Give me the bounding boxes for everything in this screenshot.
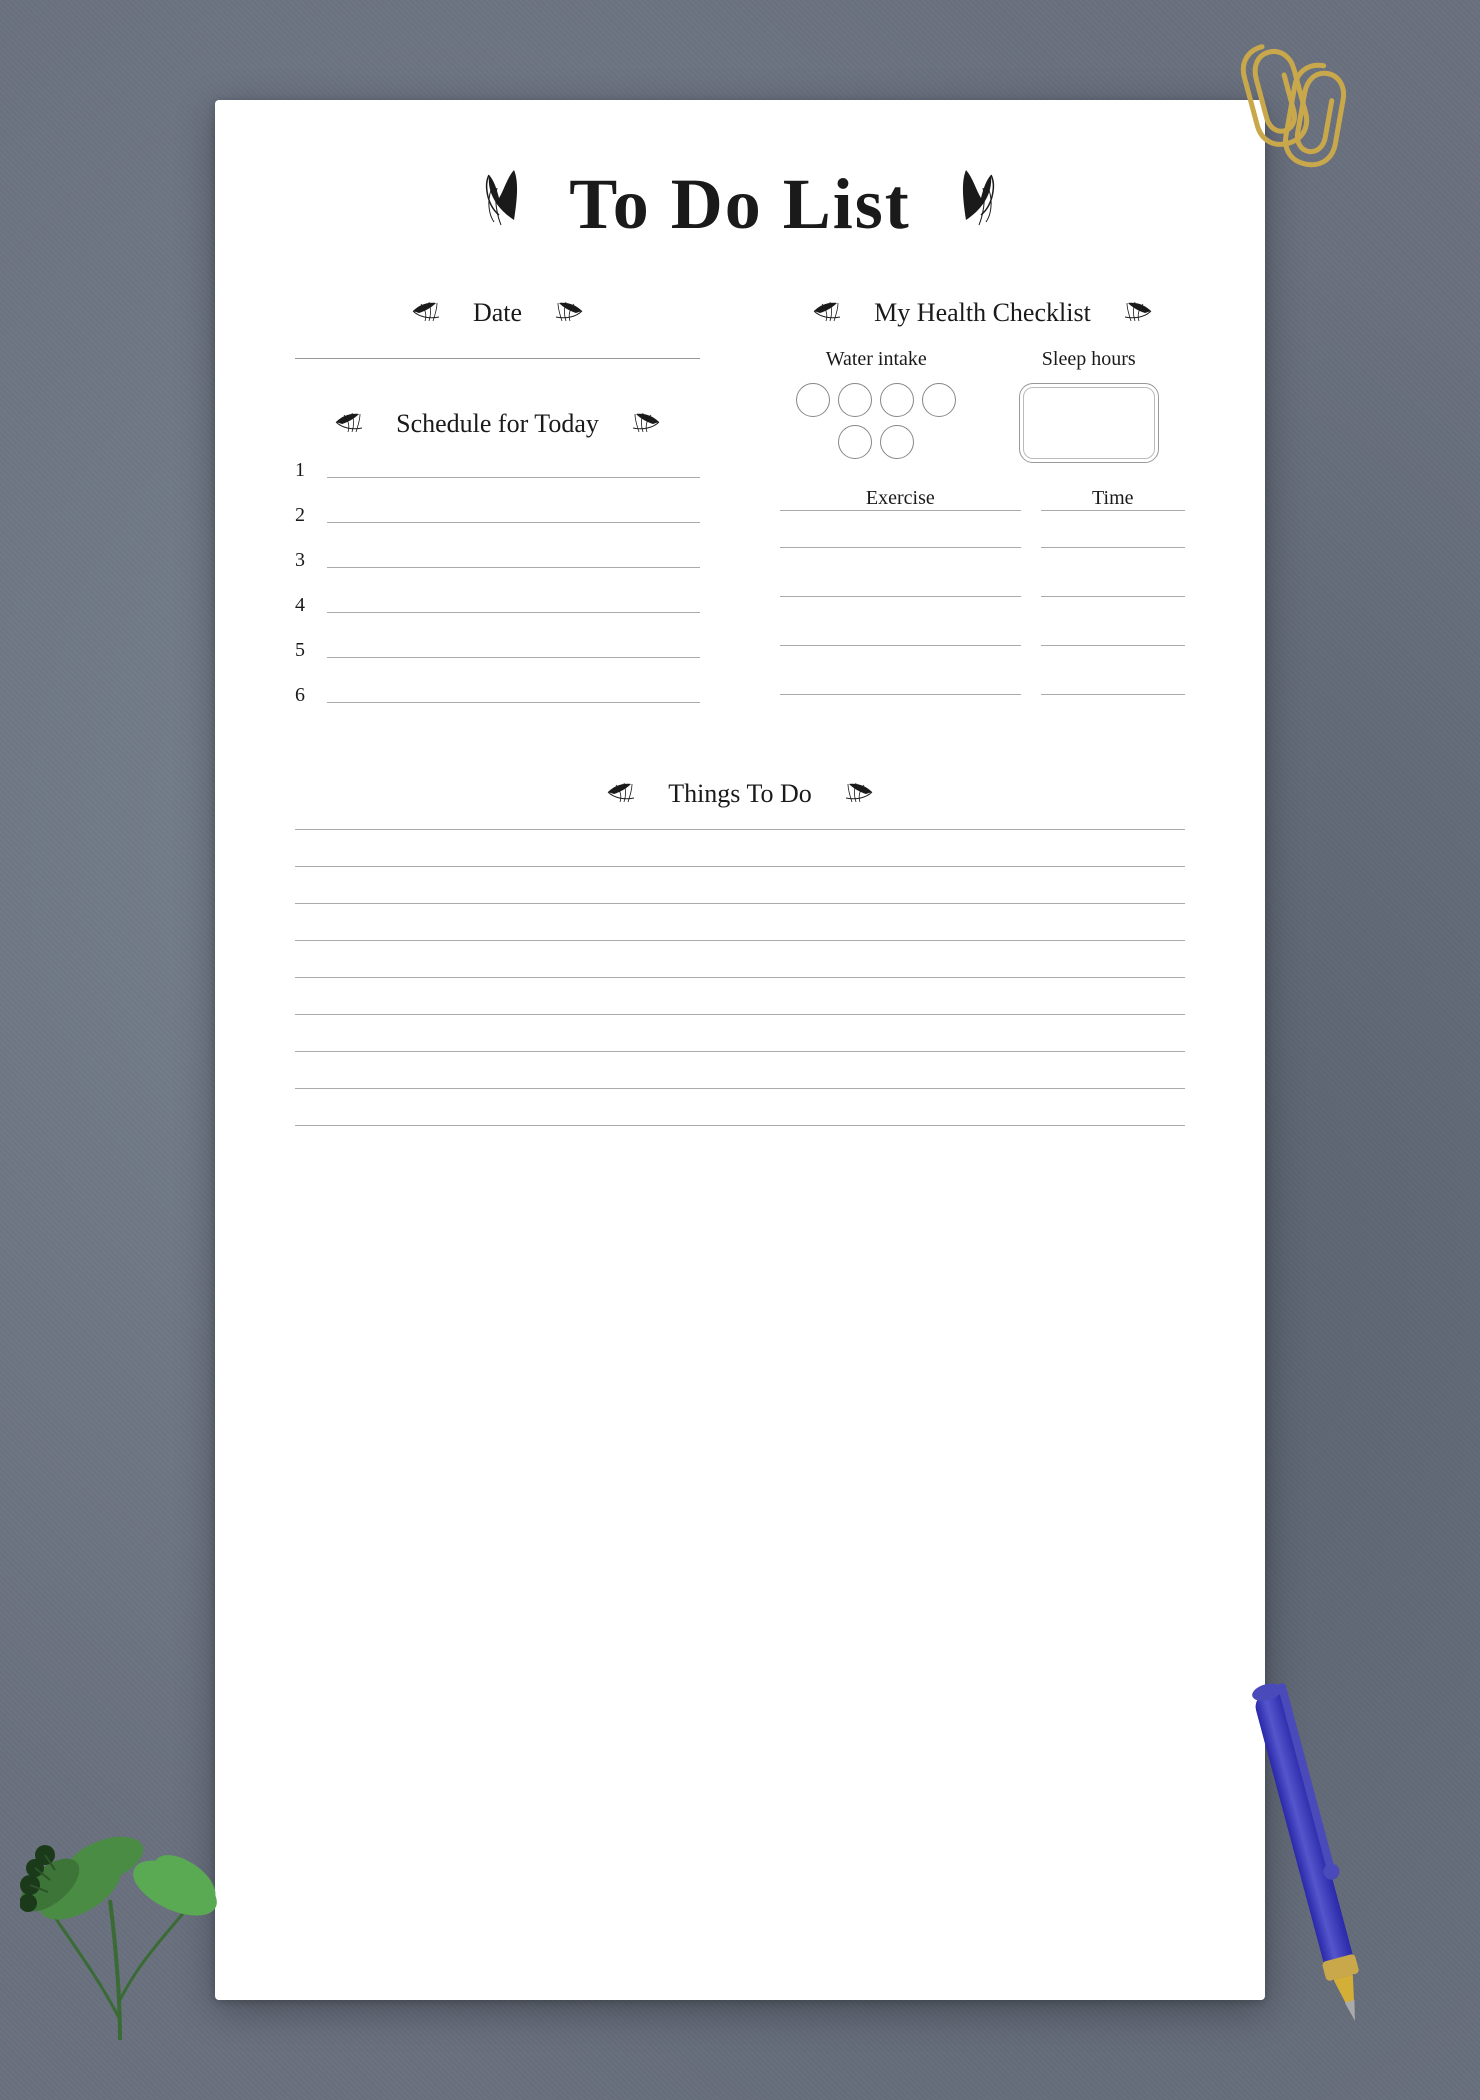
date-leaf-right	[534, 299, 584, 328]
date-leaf-left	[411, 299, 461, 328]
health-leaf-left	[812, 299, 862, 328]
exercise-rows	[780, 523, 1185, 695]
title-left-leaf	[479, 160, 549, 248]
things-line	[295, 1125, 1185, 1126]
things-line	[295, 1051, 1185, 1052]
water-circle	[880, 425, 914, 459]
schedule-line-6	[327, 702, 700, 703]
date-header: Date	[295, 298, 700, 328]
things-lines	[295, 829, 1185, 1126]
schedule-item: 2	[295, 504, 700, 527]
things-leaf-right	[824, 780, 874, 809]
health-leaf-right	[1103, 299, 1153, 328]
main-content: Date	[295, 298, 1185, 729]
water-circle	[922, 383, 956, 417]
exercise-entry-line	[780, 645, 1021, 646]
water-circle	[880, 383, 914, 417]
schedule-line-5	[327, 657, 700, 658]
schedule-label: Schedule for Today	[396, 409, 599, 439]
exercise-row	[780, 572, 1185, 597]
schedule-item: 3	[295, 549, 700, 572]
schedule-header: Schedule for Today	[295, 409, 700, 439]
schedule-number-6: 6	[295, 684, 315, 707]
things-leaf-left	[606, 780, 656, 809]
things-line	[295, 977, 1185, 978]
water-circles	[796, 383, 956, 459]
time-entry-line	[1041, 645, 1185, 646]
time-label: Time	[1041, 487, 1185, 510]
exercise-divider	[780, 510, 1021, 511]
things-line	[295, 940, 1185, 941]
exercise-row	[780, 670, 1185, 695]
time-divider	[1041, 510, 1185, 511]
exercise-label: Exercise	[780, 487, 1021, 510]
schedule-line-1	[327, 477, 700, 478]
left-column: Date	[295, 298, 720, 729]
time-col-header: Time	[1041, 487, 1185, 515]
exercise-row	[780, 523, 1185, 548]
schedule-number-4: 4	[295, 594, 315, 617]
water-intake-col: Water intake	[780, 348, 973, 463]
exercise-entry-line	[780, 596, 1021, 597]
title-main-text: To Do List	[569, 163, 910, 246]
water-circle	[838, 425, 872, 459]
exercise-row	[780, 621, 1185, 646]
health-header: My Health Checklist	[780, 298, 1185, 328]
schedule-leaf-left	[334, 410, 384, 439]
schedule-number-5: 5	[295, 639, 315, 662]
schedule-item: 5	[295, 639, 700, 662]
exercise-entry-line	[780, 547, 1021, 548]
things-line	[295, 1088, 1185, 1089]
things-to-do-section: Things To Do	[295, 779, 1185, 1126]
exercise-section: Exercise Time	[780, 487, 1185, 695]
paper: To Do List	[215, 100, 1265, 2000]
water-circle	[838, 383, 872, 417]
date-label: Date	[473, 298, 522, 328]
exercise-entry-line	[780, 694, 1021, 695]
schedule-line-3	[327, 567, 700, 568]
time-entry-line	[1041, 596, 1185, 597]
schedule-line-2	[327, 522, 700, 523]
exercise-header: Exercise Time	[780, 487, 1185, 515]
schedule-number-1: 1	[295, 459, 315, 482]
title-section: To Do List	[295, 160, 1185, 248]
things-line	[295, 866, 1185, 867]
plant-decoration	[20, 1740, 220, 2040]
things-label: Things To Do	[668, 779, 812, 809]
health-label: My Health Checklist	[874, 298, 1091, 328]
things-line	[295, 1014, 1185, 1015]
water-intake-label: Water intake	[826, 348, 927, 371]
schedule-number-3: 3	[295, 549, 315, 572]
date-section: Date	[295, 298, 700, 359]
schedule-items: 1 2 3 4	[295, 459, 700, 707]
schedule-item: 1	[295, 459, 700, 482]
things-line	[295, 903, 1185, 904]
page-title: To Do List	[479, 160, 1000, 248]
things-line	[295, 829, 1185, 830]
right-column: My Health Checklist	[760, 298, 1185, 729]
schedule-number-2: 2	[295, 504, 315, 527]
title-right-leaf	[931, 160, 1001, 248]
schedule-item: 6	[295, 684, 700, 707]
sleep-hours-col: Sleep hours	[993, 348, 1186, 463]
water-sleep-row: Water intake Sleep hours	[780, 348, 1185, 463]
exercise-col-header: Exercise	[780, 487, 1021, 515]
health-section: My Health Checklist	[780, 298, 1185, 695]
paperclip-decoration	[1170, 40, 1350, 180]
water-circle	[796, 383, 830, 417]
sleep-box	[1019, 383, 1159, 463]
time-entry-line	[1041, 547, 1185, 548]
sleep-hours-label: Sleep hours	[1042, 348, 1136, 371]
time-entry-line	[1041, 694, 1185, 695]
schedule-line-4	[327, 612, 700, 613]
schedule-item: 4	[295, 594, 700, 617]
things-header: Things To Do	[295, 779, 1185, 809]
schedule-leaf-right	[611, 410, 661, 439]
date-field	[295, 358, 700, 359]
schedule-section: Schedule for Today 1	[295, 409, 700, 707]
